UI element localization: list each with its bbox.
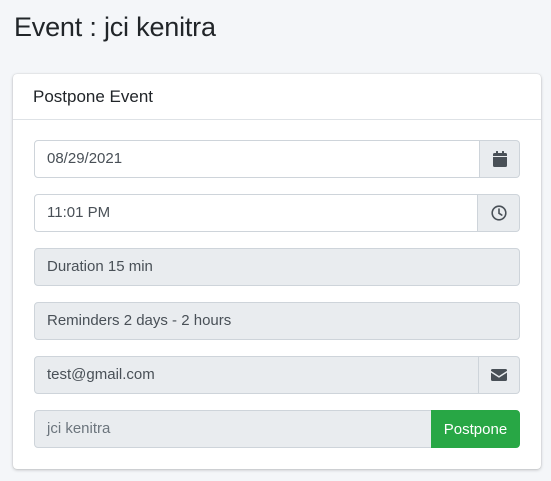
envelope-icon <box>491 369 507 381</box>
postpone-button[interactable]: Postpone <box>431 410 520 448</box>
date-picker-button[interactable] <box>480 140 520 178</box>
email-input-group: test@gmail.com <box>34 356 520 394</box>
date-input-group: 08/29/2021 <box>34 140 520 178</box>
reminders-field: Reminders 2 days - 2 hours <box>34 302 520 340</box>
time-input-group: 11:01 PM <box>34 194 520 232</box>
calendar-icon <box>492 151 507 167</box>
time-picker-button[interactable] <box>478 194 520 232</box>
page-title: Event : jci kenitra <box>14 12 216 42</box>
postpone-group: jci kenitra Postpone <box>34 410 520 448</box>
clock-icon <box>490 205 507 221</box>
event-name-field: jci kenitra <box>34 410 432 448</box>
time-input[interactable]: 11:01 PM <box>34 194 478 232</box>
duration-field: Duration 15 min <box>34 248 520 286</box>
date-input[interactable]: 08/29/2021 <box>34 140 480 178</box>
email-addon <box>479 356 520 394</box>
reminders-group: Reminders 2 days - 2 hours <box>34 302 520 340</box>
duration-group: Duration 15 min <box>34 248 520 286</box>
card-header: Postpone Event <box>13 74 541 120</box>
email-field: test@gmail.com <box>34 356 479 394</box>
postpone-event-card: Postpone Event 08/29/2021 11:01 PM Durat… <box>13 74 541 469</box>
